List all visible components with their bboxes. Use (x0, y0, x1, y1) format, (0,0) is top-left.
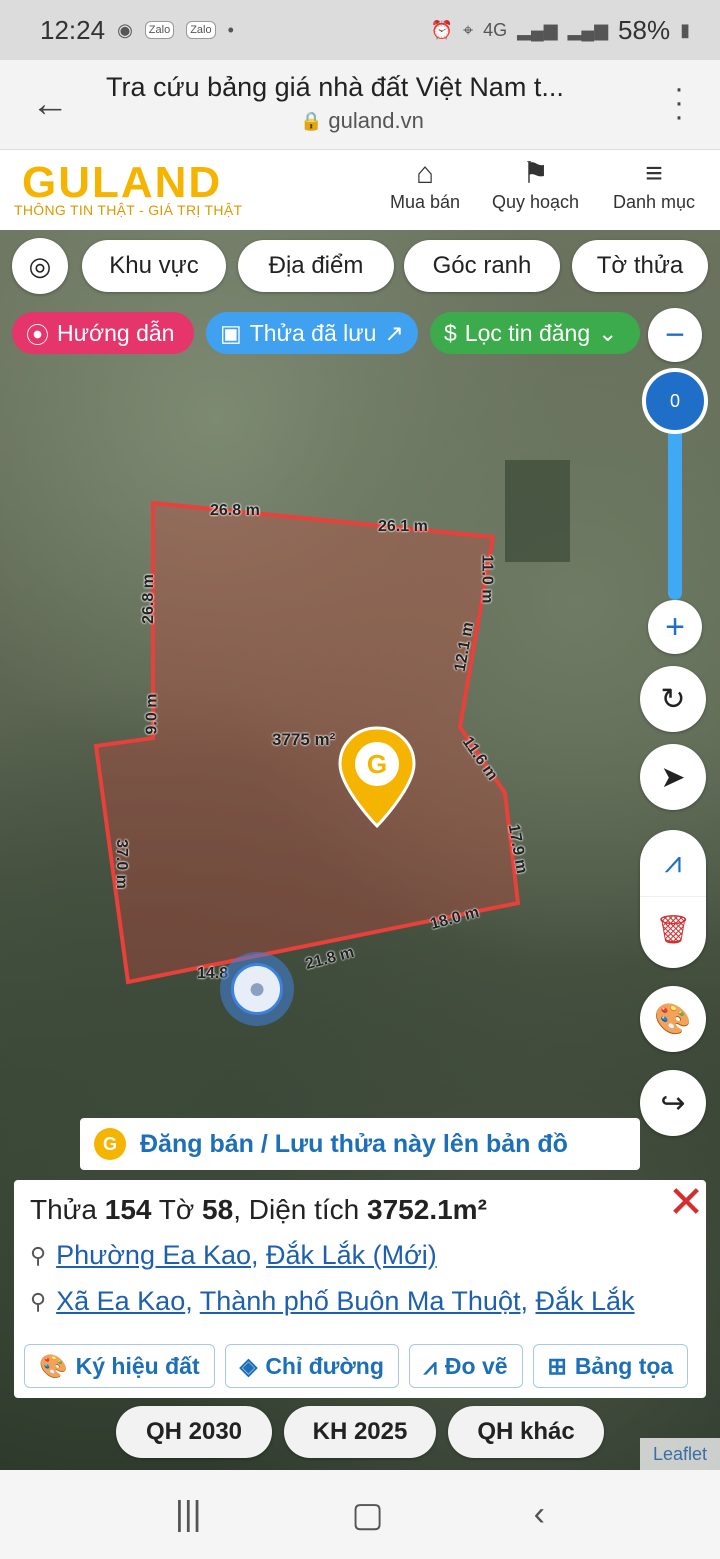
page-url[interactable]: 🔒 guland.vn (300, 108, 424, 134)
guland-marker-icon[interactable]: G (338, 726, 416, 830)
dim-label: 9.0 m (143, 693, 161, 735)
battery-level: 58% (618, 14, 671, 45)
table-icon: ⊞ (547, 1352, 567, 1379)
tagline: THÔNG TIN THẬT - GIÁ TRỊ THẬT (14, 202, 243, 218)
dollar-icon: $ (444, 319, 457, 346)
dim-label: 11.0 m (478, 554, 496, 604)
palette-icon[interactable]: 🎨 (640, 986, 706, 1052)
chip-dia-diem[interactable]: Địa điểm (238, 240, 394, 292)
system-nav-bar: ||| ▢ ‹ (0, 1470, 720, 1559)
saved-parcels-button[interactable]: ▣ Thửa đã lưu ↗ (206, 312, 418, 354)
share-icon[interactable]: ↪ (640, 1070, 706, 1136)
back-icon[interactable]: ‹ (534, 1495, 545, 1534)
zoom-out-button[interactable]: − (648, 308, 702, 362)
dim-label: 26.8 m (210, 502, 260, 519)
external-arrow-icon: ↗ (384, 319, 404, 346)
address-old: ⚲ Xã Ea Kao, Thành phố Buôn Ma Thuột, Đắ… (30, 1286, 635, 1316)
leaflet-attribution[interactable]: Leaflet (640, 1438, 720, 1470)
home-icon[interactable]: ▢ (352, 1495, 384, 1535)
signal-icon-2: ▂▄▆ (567, 19, 609, 40)
zalo-icon-2: Zalo (186, 21, 216, 39)
link-xa[interactable]: Xã Ea Kao (56, 1286, 185, 1316)
clock: 12:24 (40, 14, 106, 45)
house-icon: ⌂ (415, 157, 435, 190)
guland-pin-icon: G (94, 1128, 126, 1160)
directions-icon: ◈ (239, 1352, 258, 1379)
menu-icon: ≡ (645, 157, 663, 190)
compass-draw-icon: ⩘ (423, 1352, 437, 1379)
trash-icon[interactable]: 🗑 (640, 896, 706, 962)
location-icon: ⌖ (462, 19, 474, 40)
palette-icon: 🎨 (39, 1352, 68, 1379)
plan-qh-khac[interactable]: QH khác (448, 1406, 604, 1458)
avatar-icon: ● (231, 963, 283, 1015)
link-thanh-pho[interactable]: Thành phố Buôn Ma Thuột (200, 1286, 521, 1316)
coordinates-table-button[interactable]: ⊞ Bảng tọa (532, 1344, 689, 1388)
plan-qh-2030[interactable]: QH 2030 (116, 1406, 272, 1458)
measure-button[interactable]: ⩘ Đo vẽ (408, 1344, 523, 1388)
network-label: 4G (483, 19, 508, 40)
zoom-slider-knob[interactable]: 0 (642, 368, 708, 434)
site-header: GULAND THÔNG TIN THẬT - GIÁ TRỊ THẬT ⌂ M… (0, 150, 720, 230)
link-tinh[interactable]: Đắk Lắk (Mới) (266, 1240, 437, 1270)
dot-icon: • (227, 19, 234, 40)
nav-mua-ban[interactable]: ⌂ Mua bán (390, 156, 460, 213)
link-tinh-old[interactable]: Đắk Lắk (535, 1286, 634, 1316)
more-options-icon[interactable]: · · · (664, 74, 694, 132)
recent-apps-icon[interactable]: ||| (175, 1495, 202, 1534)
status-bar: 12:24 ◉ Zalo Zalo • ⏰ ⌖ 4G ▂▄▆ ▂▄▆ 58% ▮ (0, 0, 720, 60)
svg-text:G: G (367, 749, 387, 779)
close-icon[interactable]: ✕ (666, 1180, 706, 1226)
map-pin-icon: ⚲ (30, 1288, 47, 1314)
alarm-icon: ⏰ (430, 19, 453, 40)
filter-listings-button[interactable]: $ Lọc tin đăng ⌄ (430, 312, 640, 354)
back-arrow-icon[interactable]: ← (28, 82, 72, 126)
chip-khu-vuc[interactable]: Khu vực (82, 240, 226, 292)
chip-goc-ranh[interactable]: Góc ranh (404, 240, 560, 292)
locate-me-icon[interactable]: ◎ (12, 238, 68, 294)
user-location-marker[interactable]: ● (220, 952, 294, 1026)
chevron-down-icon: ⌄ (598, 319, 618, 346)
measure-tool-group: ⩘ 🗑 (640, 830, 706, 968)
battery-icon: ▮ (680, 19, 690, 40)
navigate-arrow-icon[interactable]: ➤ (640, 744, 706, 810)
link-phuong[interactable]: Phường Ea Kao (56, 1240, 251, 1270)
parcel-title: Thửa 154 Tờ 58, Diện tích 3752.1m² (30, 1194, 487, 1225)
parcel-info-card: ✕ Thửa 154 Tờ 58, Diện tích 3752.1m² ⚲ P… (14, 1180, 706, 1398)
refresh-icon[interactable]: ↻ (640, 666, 706, 732)
zalo-icon: Zalo (144, 21, 175, 39)
nav-quy-hoach[interactable]: ⚑ Quy hoạch (492, 156, 579, 213)
address-new: ⚲ Phường Ea Kao, Đắk Lắk (Mới) (30, 1240, 437, 1270)
nav-danh-muc[interactable]: ≡ Danh mục (613, 156, 695, 213)
zoom-in-button[interactable]: + (648, 600, 702, 654)
directions-button[interactable]: ◈ Chỉ đường (224, 1344, 399, 1388)
browser-toolbar: ← Tra cứu bảng giá nhà đất Việt Nam t...… (0, 60, 720, 150)
messenger-icon: ◉ (117, 19, 133, 40)
play-circle-icon: ⦿ (26, 322, 49, 348)
compass-draw-icon[interactable]: ⩘ (640, 830, 706, 896)
map-pin-icon: ⚲ (30, 1242, 47, 1268)
chip-to-thua[interactable]: Tờ thửa (572, 240, 708, 292)
page-title: Tra cứu bảng giá nhà đất Việt Nam t... (106, 72, 564, 102)
dim-label: 37.0 m (112, 839, 130, 889)
lock-icon: 🔒 (300, 110, 323, 131)
signal-icon: ▂▄▆ (517, 19, 558, 40)
parcel-area-label: 3775 m² (272, 730, 336, 749)
guland-logo[interactable]: GULAND (22, 158, 222, 208)
land-symbol-button[interactable]: 🎨 Ký hiệu đất (24, 1344, 215, 1388)
plan-kh-2025[interactable]: KH 2025 (284, 1406, 436, 1458)
dim-label: 26.1 m (378, 518, 428, 535)
parcel-tools: 🎨 Ký hiệu đất ◈ Chỉ đường ⩘ Đo vẽ ⊞ Bảng tọa (24, 1344, 706, 1388)
post-listing-banner[interactable]: G Đăng bán / Lưu thửa này lên bản đồ (80, 1118, 640, 1170)
guide-button[interactable]: ⦿ Hướng dẫn (12, 312, 194, 354)
bookmark-icon: ▣ (220, 319, 242, 346)
dim-label: 26.8 m (139, 574, 157, 624)
map-search-icon: ⚑ (522, 157, 549, 190)
satellite-map[interactable]: 26.8 m 26.1 m 11.0 m 26.8 m 12.1 m 9.0 m… (0, 230, 720, 1470)
